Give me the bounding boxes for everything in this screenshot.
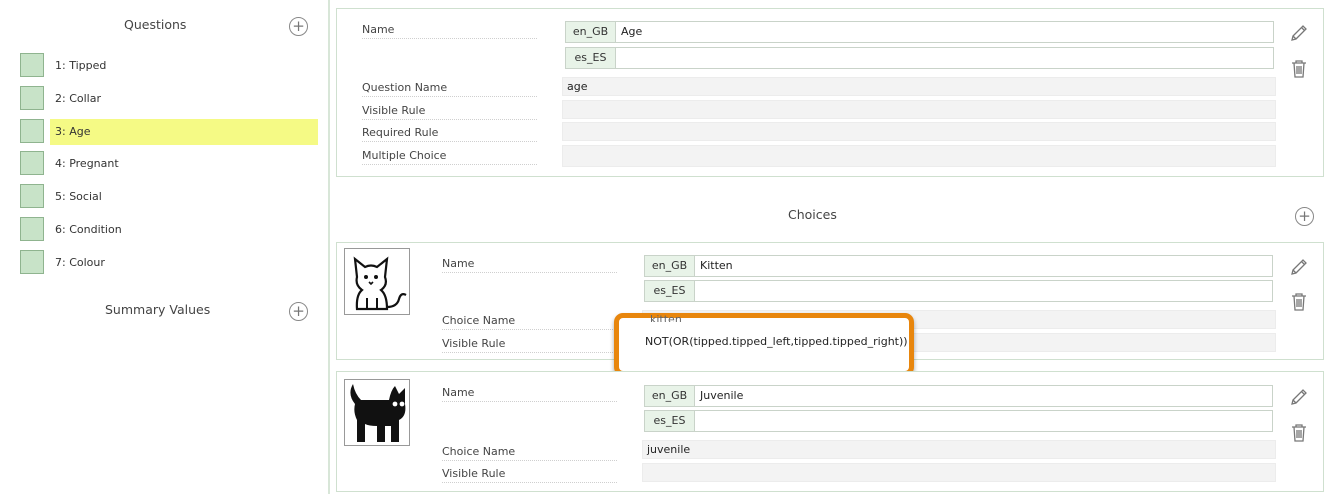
question-detail-card: Name en_GB Age es_ES Question Name age V… [336,8,1324,177]
plus-icon: + [292,17,305,35]
edit-question-button[interactable] [1288,22,1310,44]
choice-name-es-es-field[interactable]: es_ES [644,280,1273,302]
question-color-swatch [20,250,44,274]
question-label: 3: Age [50,119,318,145]
choice-name-label: Name [442,257,617,273]
choice-name-es-es-field[interactable]: es_ES [644,410,1273,432]
questions-sidebar: Questions + 1: Tipped 2: Collar 3: Age 4… [0,0,330,494]
delete-choice-button[interactable] [1288,291,1310,313]
trash-icon [1292,293,1306,311]
trash-icon [1292,60,1306,78]
questions-title: Questions [124,17,187,32]
choice-card-juvenile: Name en_GB Juvenile es_ES Choice Name ju… [336,371,1324,492]
required-rule-value [562,122,1276,141]
delete-question-button[interactable] [1288,58,1310,80]
question-label: 2: Collar [55,92,101,105]
plus-icon: + [1298,207,1311,225]
question-item-social[interactable]: 5: Social [20,184,320,208]
add-summary-value-button[interactable]: + [289,302,308,321]
question-label: 7: Colour [55,256,105,269]
name-es-es-field[interactable]: es_ES [565,47,1274,69]
choice-image[interactable] [344,248,410,315]
question-item-tipped[interactable]: 1: Tipped [20,53,320,77]
choice-visible-rule-value [642,463,1276,482]
question-item-condition[interactable]: 6: Condition [20,217,320,241]
choices-title: Choices [788,207,837,222]
required-rule-label: Required Rule [362,126,537,142]
language-tag: en_GB [645,256,695,276]
edit-choice-button[interactable] [1288,256,1310,278]
name-en-gb-field[interactable]: en_GB Age [565,21,1274,43]
visible-rule-highlight-callout: kitten NOT(OR(tipped.tipped_left,tipped.… [614,313,914,376]
name-value: Age [621,25,643,38]
choice-name-en-gb-field[interactable]: en_GB Kitten [644,255,1273,277]
choice-visible-rule-value: NOT(OR(tipped.tipped_left,tipped.tipped_… [645,335,908,348]
visible-rule-value [562,100,1276,119]
language-tag: en_GB [566,22,616,42]
pencil-icon [1291,25,1307,41]
summary-values-title: Summary Values [105,302,211,317]
question-item-colour[interactable]: 7: Colour [20,250,320,274]
choice-visible-rule-label: Visible Rule [442,337,617,353]
question-color-swatch [20,217,44,241]
choice-internal-name-clipped: kitten [650,313,682,322]
language-tag: en_GB [645,386,695,406]
question-color-swatch [20,53,44,77]
pencil-icon [1291,259,1307,275]
question-item-pregnant[interactable]: 4: Pregnant [20,151,320,175]
kitten-outline-icon [353,256,407,311]
question-name-label: Question Name [362,81,537,97]
question-name-value: age [562,77,1276,96]
multiple-choice-value [562,145,1276,167]
language-tag: es_ES [645,411,695,431]
plus-icon: + [292,302,305,320]
question-item-collar[interactable]: 2: Collar [20,86,320,110]
choice-internal-name-label: Choice Name [442,445,617,461]
question-color-swatch [20,184,44,208]
question-color-swatch [20,151,44,175]
language-tag: es_ES [566,48,616,68]
choice-name-label: Name [442,386,617,402]
edit-choice-button[interactable] [1288,386,1310,408]
choice-name-value: Kitten [700,259,733,272]
visible-rule-label: Visible Rule [362,104,537,120]
language-tag: es_ES [645,281,695,301]
choice-name-value: Juvenile [700,389,744,402]
delete-choice-button[interactable] [1288,422,1310,444]
pencil-icon [1291,389,1307,405]
choice-internal-name-value: juvenile [642,440,1276,459]
question-color-swatch [20,119,44,143]
name-label: Name [362,23,537,39]
trash-icon [1292,424,1306,442]
choice-image[interactable] [344,379,410,446]
black-cat-icon [350,384,406,442]
question-label: 1: Tipped [55,59,107,72]
add-question-button[interactable]: + [289,17,308,36]
choice-visible-rule-label: Visible Rule [442,467,617,483]
multiple-choice-label: Multiple Choice [362,149,537,165]
choice-name-en-gb-field[interactable]: en_GB Juvenile [644,385,1273,407]
question-label: 6: Condition [55,223,122,236]
add-choice-button[interactable]: + [1295,207,1314,226]
question-color-swatch [20,86,44,110]
choice-internal-name-label: Choice Name [442,314,617,330]
question-label: 4: Pregnant [55,157,119,170]
question-item-age[interactable]: 3: Age [20,119,320,145]
question-label: 5: Social [55,190,102,203]
